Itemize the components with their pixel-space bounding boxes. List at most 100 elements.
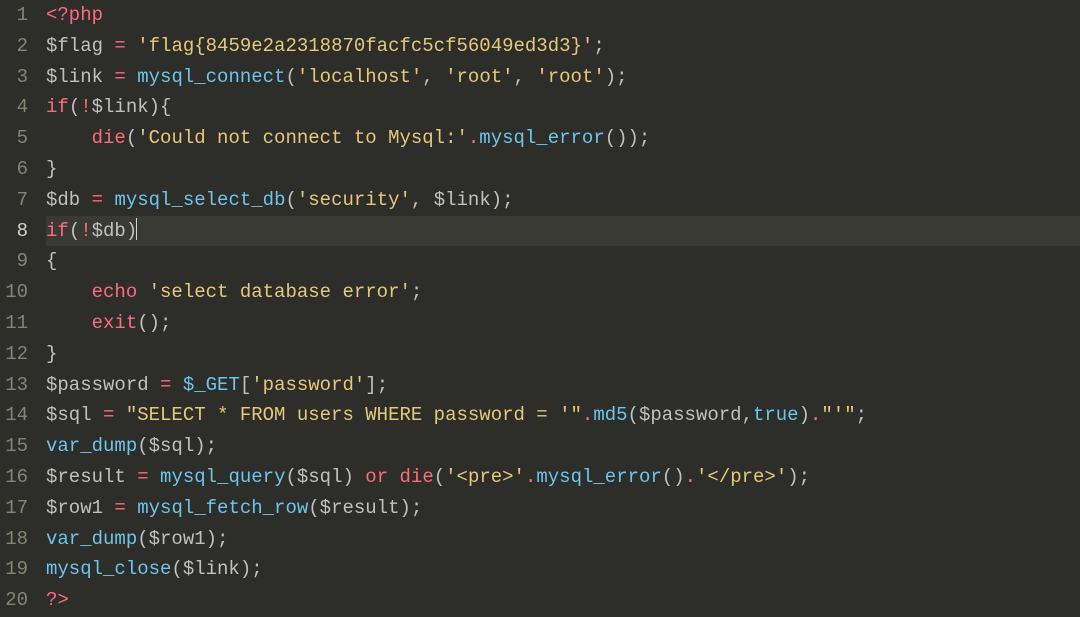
code-token: $sql [46,404,92,426]
code-token: ); [206,528,229,550]
code-token: = [103,404,114,426]
code-line[interactable]: var_dump($sql); [46,431,1080,462]
line-number: 10 [0,277,28,308]
code-token: echo [92,281,138,303]
code-token: var_dump [46,528,137,550]
line-number: 2 [0,31,28,62]
code-token: mysql_close [46,558,171,580]
code-line[interactable]: ?> [46,585,1080,616]
code-token: $link [92,96,149,118]
code-line[interactable]: var_dump($row1); [46,524,1080,555]
code-line[interactable]: $db = mysql_select_db('security', $link)… [46,185,1080,216]
code-token: 'localhost' [297,66,422,88]
code-token: mysql_query [160,466,285,488]
code-line[interactable]: $row1 = mysql_fetch_row($result); [46,493,1080,524]
code-editor-area[interactable]: <?php$flag = 'flag{8459e2a2318870facfc5c… [36,0,1080,617]
line-number: 4 [0,92,28,123]
code-token: ( [285,66,296,88]
code-token: ); [400,497,423,519]
code-token: $result [46,466,126,488]
code-token: ) [799,404,810,426]
code-token: $link [183,558,240,580]
code-token: { [46,250,57,272]
code-token: if [46,220,69,242]
code-token [103,66,114,88]
line-number: 20 [0,585,28,616]
line-number: 13 [0,370,28,401]
code-token: or [365,466,388,488]
line-number: 18 [0,524,28,555]
code-token: = [92,189,103,211]
code-line[interactable]: die('Could not connect to Mysql:'.mysql_… [46,123,1080,154]
code-line[interactable]: { [46,246,1080,277]
line-number: 15 [0,431,28,462]
code-line[interactable]: $password = $_GET['password']; [46,370,1080,401]
code-token: "SELECT * FROM users WHERE password = '" [126,404,582,426]
code-token: = [114,66,125,88]
code-token: $password [639,404,742,426]
code-token: . [582,404,593,426]
line-number: 1 [0,0,28,31]
code-token: mysql_fetch_row [137,497,308,519]
code-line[interactable]: echo 'select database error'; [46,277,1080,308]
code-token: ( [171,558,182,580]
code-token: '<pre>' [445,466,525,488]
text-cursor [136,218,137,240]
code-token: true [753,404,799,426]
code-token: ; [593,35,604,57]
code-line[interactable]: $link = mysql_connect('localhost', 'root… [46,62,1080,93]
code-line[interactable]: $sql = "SELECT * FROM users WHERE passwo… [46,400,1080,431]
code-line[interactable]: } [46,339,1080,370]
code-token: ]; [365,374,388,396]
code-token: ; [856,404,867,426]
code-token: mysql_error [536,466,661,488]
line-number-gutter: 1234567891011121314151617181920 [0,0,36,617]
code-token: , [422,66,445,88]
code-token [80,189,91,211]
code-token: die [92,127,126,149]
code-token: ); [787,466,810,488]
code-token: die [400,466,434,488]
code-line[interactable]: if(!$link){ [46,92,1080,123]
code-token [149,374,160,396]
code-token: 'root' [536,66,604,88]
code-token: , [742,404,753,426]
code-token: } [46,343,57,365]
code-token: = [160,374,171,396]
line-number: 5 [0,123,28,154]
code-token: $db [46,189,80,211]
line-number: 6 [0,154,28,185]
line-number: 3 [0,62,28,93]
code-token: $db [92,220,126,242]
code-token: exit [92,312,138,334]
code-token [103,189,114,211]
code-token: ; [411,281,422,303]
code-token [92,404,103,426]
code-token [126,66,137,88]
code-token [137,281,148,303]
code-token [103,497,114,519]
code-line[interactable]: if(!$db) [46,216,1080,247]
code-token: mysql_error [479,127,604,149]
code-token [126,497,137,519]
code-line[interactable]: mysql_close($link); [46,554,1080,585]
code-token: $password [46,374,149,396]
code-token: 'security' [297,189,411,211]
code-token: ( [69,220,80,242]
code-line[interactable]: exit(); [46,308,1080,339]
line-number: 11 [0,308,28,339]
code-token: '</pre>' [696,466,787,488]
code-token [114,404,125,426]
code-token: . [468,127,479,149]
code-token: , [514,66,537,88]
code-token: md5 [593,404,627,426]
code-token: ); [194,435,217,457]
code-line[interactable]: $flag = 'flag{8459e2a2318870facfc5cf5604… [46,31,1080,62]
code-line[interactable]: <?php [46,0,1080,31]
code-token: $link [434,189,491,211]
code-token: = [114,497,125,519]
code-line[interactable]: $result = mysql_query($sql) or die('<pre… [46,462,1080,493]
code-token: () [662,466,685,488]
code-token: . [810,404,821,426]
code-line[interactable]: } [46,154,1080,185]
